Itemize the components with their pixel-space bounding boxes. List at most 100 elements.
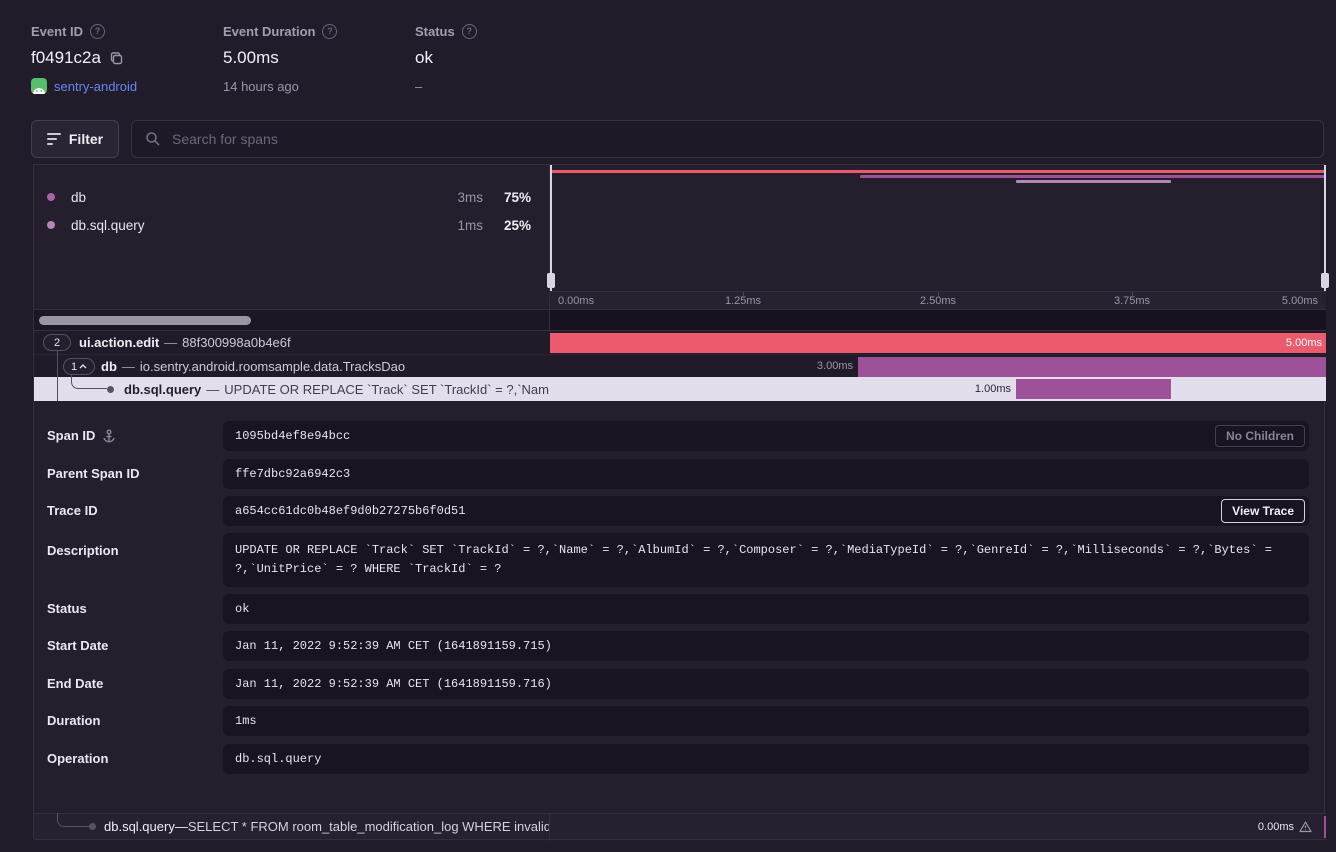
status-label: Status: [415, 24, 455, 39]
detail-value: Jan 11, 2022 9:52:39 AM CET (1641891159.…: [235, 677, 552, 691]
detail-label: Start Date: [47, 631, 108, 661]
span-desc: UPDATE OR REPLACE `Track` SET `TrackId` …: [224, 382, 549, 397]
minimap-span-ui-action-edit: [550, 170, 1326, 173]
scroll-strip-right: [550, 310, 1326, 330]
detail-value: 1095bd4ef8e94bcc: [235, 429, 350, 443]
minimap-span-db: [860, 175, 1326, 178]
minimap-left-grip[interactable]: [547, 273, 555, 288]
detail-label: Parent Span ID: [47, 459, 139, 489]
span-children-badge[interactable]: 1: [63, 358, 95, 375]
filter-button-label: Filter: [69, 131, 103, 147]
detail-label: Description: [47, 542, 119, 560]
zero-duration-bar: [1324, 816, 1327, 838]
span-row-ui-action-edit[interactable]: 2 ui.action.edit — 88f300998a0b4e6f 5.00…: [34, 331, 1326, 354]
span-desc: 88f300998a0b4e6f: [182, 335, 290, 350]
op-percent: 75%: [487, 190, 531, 205]
android-project-icon: [31, 78, 47, 94]
ops-breakdown-row-db[interactable]: db 3ms 75%: [34, 185, 549, 209]
tree-connector-line: [57, 377, 59, 401]
event-id-label: Event ID: [31, 24, 83, 39]
detail-value: 1ms: [235, 714, 257, 728]
detail-value: Jan 11, 2022 9:52:39 AM CET (1641891159.…: [235, 639, 552, 653]
project-link[interactable]: sentry-android: [54, 79, 137, 94]
detail-row-duration: Duration 1ms: [34, 706, 1326, 736]
detail-row-end-date: End Date Jan 11, 2022 9:52:39 AM CET (16…: [34, 669, 1326, 699]
span-duration: 1.00ms: [941, 383, 1011, 395]
detail-value: a654cc61dc0b48ef9d0b27275b6f0d51: [235, 504, 465, 518]
detail-label: End Date: [47, 669, 103, 699]
status-column: Status ? ok –: [415, 22, 477, 95]
event-id-column: Event ID ? f0491c2a sentry-android: [31, 22, 137, 95]
warning-icon: [1299, 821, 1312, 833]
search-input[interactable]: [131, 120, 1324, 158]
span-desc: io.sentry.android.roomsample.data.Tracks…: [140, 359, 405, 374]
tree-node-dot: [107, 386, 114, 393]
event-duration-label: Event Duration: [223, 24, 315, 39]
separator: —: [164, 335, 177, 350]
minimap-right-grip[interactable]: [1321, 273, 1329, 288]
chevron-up-icon: [79, 364, 87, 369]
filter-button[interactable]: Filter: [31, 120, 119, 158]
op-color-dot: [47, 193, 55, 201]
separator: —: [122, 359, 135, 374]
minimap-span-db-sql-query: [1016, 180, 1171, 183]
anchor-icon[interactable]: [102, 429, 116, 444]
trace-panel: db 3ms 75% db.sql.query 1ms 25% 0.00ms 1…: [33, 164, 1325, 839]
view-trace-button[interactable]: View Trace: [1221, 499, 1305, 523]
no-children-button: No Children: [1215, 425, 1305, 447]
badge-count: 2: [54, 337, 60, 349]
help-icon[interactable]: ?: [322, 24, 337, 39]
detail-value: db.sql.query: [235, 752, 321, 766]
span-duration: 5.00ms: [550, 337, 1326, 349]
detail-row-description: Description UPDATE OR REPLACE `Track` SE…: [34, 533, 1326, 587]
span-bar: [858, 357, 1326, 377]
scroll-strip: [34, 309, 1326, 331]
span-row-select-query[interactable]: db.sql.query — SELECT * FROM room_table_…: [34, 813, 1326, 840]
op-duration: 1ms: [423, 218, 483, 233]
detail-label: Duration: [47, 706, 100, 736]
span-bar: 5.00ms: [550, 333, 1326, 353]
detail-value: ffe7dbc92a6942c3: [235, 467, 350, 481]
separator: —: [175, 819, 188, 834]
axis-label-0: 0.00ms: [558, 295, 594, 307]
detail-row-span-id: Span ID 1095bd4ef8e94bcc No Children: [34, 421, 1326, 451]
help-icon[interactable]: ?: [90, 24, 105, 39]
tree-elbow-connector: [57, 813, 89, 827]
detail-value: UPDATE OR REPLACE `Track` SET `TrackId` …: [235, 543, 1272, 576]
op-percent: 25%: [487, 218, 531, 233]
detail-label: Trace ID: [47, 496, 98, 526]
separator: —: [206, 382, 219, 397]
op-color-dot: [47, 221, 55, 229]
detail-row-operation: Operation db.sql.query: [34, 744, 1326, 774]
detail-label: Status: [47, 594, 87, 624]
op-duration: 3ms: [423, 190, 483, 205]
op-name: db: [71, 190, 86, 205]
op-name: db.sql.query: [71, 218, 145, 233]
span-desc: SELECT * FROM room_table_modification_lo…: [188, 819, 549, 834]
trace-minimap[interactable]: [550, 165, 1326, 291]
event-duration-ago: 14 hours ago: [223, 79, 299, 94]
help-icon[interactable]: ?: [462, 24, 477, 39]
detail-value: ok: [235, 602, 249, 616]
detail-label: Operation: [47, 744, 108, 774]
detail-row-start-date: Start Date Jan 11, 2022 9:52:39 AM CET (…: [34, 631, 1326, 661]
badge-count: 1: [71, 361, 77, 373]
copy-icon[interactable]: [109, 51, 124, 66]
detail-row-trace-id: Trace ID a654cc61dc0b48ef9d0b27275b6f0d5…: [34, 496, 1326, 526]
detail-row-status: Status ok: [34, 594, 1326, 624]
axis-label-3: 3.75ms: [1108, 295, 1156, 307]
event-id-value: f0491c2a: [31, 48, 101, 68]
ops-breakdown-row-db-sql-query[interactable]: db.sql.query 1ms 25%: [34, 213, 549, 237]
span-row-db[interactable]: 1 db — io.sentry.android.roomsample.data…: [34, 354, 1326, 377]
search-icon: [145, 131, 161, 147]
axis-label-2: 2.50ms: [914, 295, 962, 307]
span-children-badge[interactable]: 2: [43, 334, 71, 351]
scroll-track: [34, 310, 549, 330]
horizontal-scrollbar[interactable]: [39, 316, 251, 325]
panel-divider: [549, 814, 550, 841]
span-duration: 3.00ms: [783, 360, 853, 372]
time-axis: 0.00ms 1.25ms 2.50ms 3.75ms 5.00ms: [550, 291, 1326, 309]
axis-label-1: 1.25ms: [719, 295, 767, 307]
filter-lines-icon: [47, 133, 61, 145]
span-row-db-sql-query-selected[interactable]: db.sql.query — UPDATE OR REPLACE `Track`…: [34, 377, 1326, 401]
